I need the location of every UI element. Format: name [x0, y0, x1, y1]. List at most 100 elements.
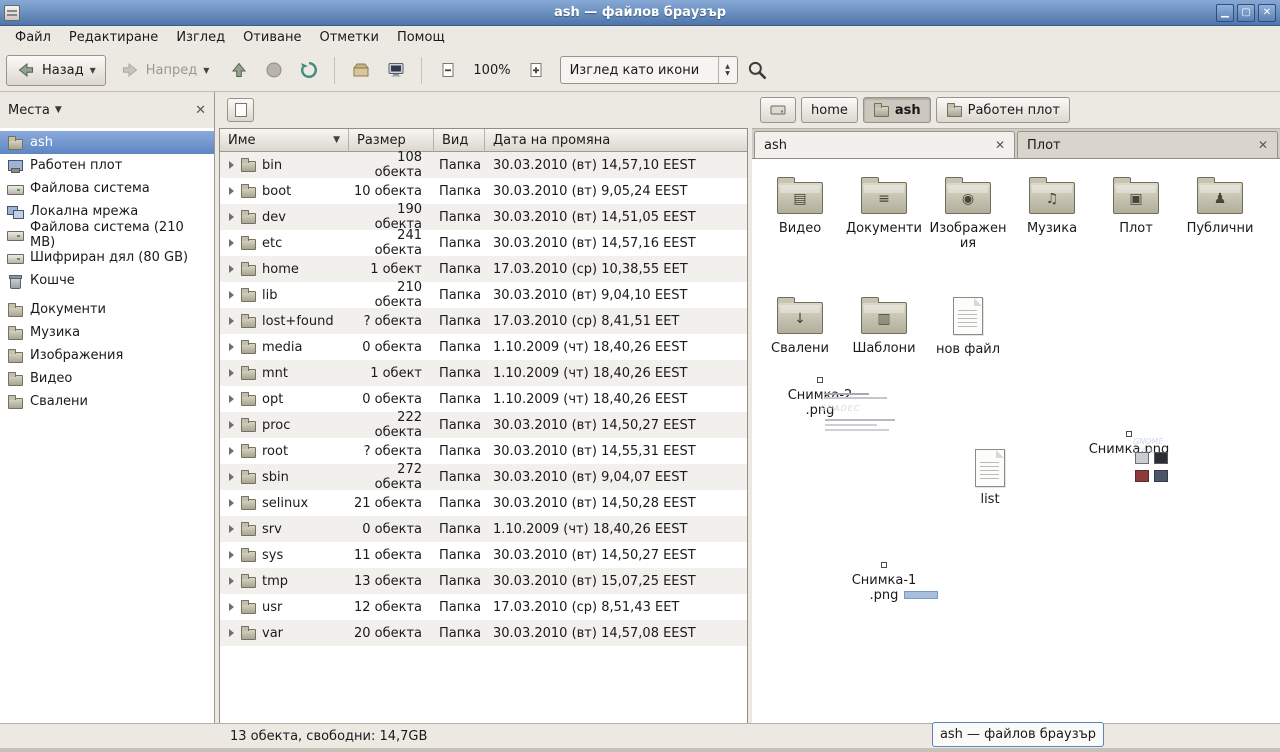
computer-button[interactable] — [380, 55, 411, 86]
reload-button[interactable] — [293, 55, 324, 86]
table-row[interactable]: root ? обекта Папка 30.03.2010 (вт) 14,5… — [220, 438, 747, 464]
expander-icon[interactable] — [229, 369, 234, 377]
expander-icon[interactable] — [229, 603, 234, 611]
sidebar-item[interactable]: Работен плот — [0, 154, 214, 177]
view-mode-select[interactable]: Изглед като икони ▲▼ — [560, 56, 738, 84]
close-button[interactable]: ✕ — [1258, 4, 1276, 22]
file-item-new-file[interactable]: нов файл — [926, 293, 1010, 357]
expander-icon[interactable] — [229, 265, 234, 273]
table-row[interactable]: bin 108 обекта Папка 30.03.2010 (вт) 14,… — [220, 152, 747, 178]
expander-icon[interactable] — [229, 395, 234, 403]
expander-icon[interactable] — [229, 317, 234, 325]
table-row[interactable]: sys 11 обекта Папка 30.03.2010 (вт) 14,5… — [220, 542, 747, 568]
sidebar-item[interactable]: Файлова система (210 MB) — [0, 223, 214, 246]
search-button[interactable] — [742, 55, 773, 86]
sidebar-item[interactable]: Шифриран дял (80 GB) — [0, 246, 214, 269]
table-row[interactable]: selinux 21 обекта Папка 30.03.2010 (вт) … — [220, 490, 747, 516]
pathbar-desktop-button[interactable]: Работен плот — [936, 97, 1070, 123]
column-header-name[interactable]: Име ▼ — [220, 129, 349, 152]
view-mode-spinner-icon[interactable]: ▲▼ — [718, 57, 737, 83]
file-item-list[interactable]: list — [956, 445, 1024, 507]
expander-icon[interactable] — [229, 447, 234, 455]
column-header-type[interactable]: Вид — [434, 129, 485, 152]
table-row[interactable]: lost+found ? обекта Папка 17.03.2010 (ср… — [220, 308, 747, 334]
pathbar-root-button[interactable] — [760, 97, 796, 123]
tab-plot[interactable]: Плот ✕ — [1017, 131, 1278, 158]
expander-icon[interactable] — [229, 421, 234, 429]
sidebar-item[interactable]: Документи — [0, 298, 214, 321]
minimize-button[interactable]: ▁ — [1216, 4, 1234, 22]
expander-icon[interactable] — [229, 473, 234, 481]
expander-icon[interactable] — [229, 239, 234, 247]
folder-item-public[interactable]: ♟ Публични — [1178, 173, 1262, 251]
zoom-out-button[interactable] — [432, 55, 463, 86]
home-button[interactable] — [345, 55, 376, 86]
column-header-date[interactable]: Дата на промяна — [485, 129, 747, 152]
sidebar-item[interactable]: Музика — [0, 321, 214, 344]
back-dropdown-icon[interactable]: ▼ — [90, 66, 96, 75]
file-item-snimka2[interactable]: GUADEC Снимка-2.png — [766, 377, 874, 418]
expander-icon[interactable] — [229, 213, 234, 221]
folder-item-documents[interactable]: ≡ Документи — [842, 173, 926, 251]
folder-item-desktop[interactable]: ▣ Плот — [1094, 173, 1178, 251]
zoom-in-button[interactable] — [521, 55, 552, 86]
sort-indicator-icon[interactable]: ▼ — [333, 135, 340, 145]
titlebar[interactable]: ash — файлов браузър ▁ ▢ ✕ — [0, 0, 1280, 26]
menu-item[interactable]: Помощ — [388, 28, 454, 47]
expander-icon[interactable] — [229, 629, 234, 637]
table-row[interactable]: opt 0 обекта Папка 1.10.2009 (чт) 18,40,… — [220, 386, 747, 412]
menu-item[interactable]: Файл — [6, 28, 60, 47]
folder-item-downloads[interactable]: ↓ Свалени — [758, 293, 842, 357]
menu-item[interactable]: Редактиране — [60, 28, 167, 47]
folder-item-images[interactable]: ◉ Изображения — [926, 173, 1010, 251]
menu-item[interactable]: Отиване — [234, 28, 310, 47]
sidebar-close-icon[interactable]: ✕ — [195, 103, 206, 118]
sidebar-item[interactable]: Изображения — [0, 344, 214, 367]
menu-item[interactable]: Изглед — [167, 28, 234, 47]
table-row[interactable]: tmp 13 обекта Папка 30.03.2010 (вт) 15,0… — [220, 568, 747, 594]
table-row[interactable]: media 0 обекта Папка 1.10.2009 (чт) 18,4… — [220, 334, 747, 360]
table-row[interactable]: proc 222 обекта Папка 30.03.2010 (вт) 14… — [220, 412, 747, 438]
stop-button[interactable] — [258, 55, 289, 86]
sidebar-item[interactable]: Свалени — [0, 390, 214, 413]
sidebar-title[interactable]: Места — [8, 103, 50, 118]
pathbar-ash-button[interactable]: ash — [863, 97, 931, 123]
sidebar-item[interactable]: Кошче — [0, 269, 214, 292]
folder-item-video[interactable]: ▤ Видео — [758, 173, 842, 251]
tab-close-icon[interactable]: ✕ — [1258, 138, 1268, 152]
sidebar-item[interactable]: ash — [0, 131, 214, 154]
tab-close-icon[interactable]: ✕ — [995, 138, 1005, 152]
table-row[interactable]: mnt 1 обект Папка 1.10.2009 (чт) 18,40,2… — [220, 360, 747, 386]
table-row[interactable]: lib 210 обекта Папка 30.03.2010 (вт) 9,0… — [220, 282, 747, 308]
expander-icon[interactable] — [229, 187, 234, 195]
sidebar-item[interactable]: Файлова система — [0, 177, 214, 200]
file-item-snimka[interactable]: GNOME Store Снимка.png — [1070, 431, 1188, 457]
expander-icon[interactable] — [229, 291, 234, 299]
expander-icon[interactable] — [229, 343, 234, 351]
pathbar-home-button[interactable]: home — [801, 97, 858, 123]
menu-item[interactable]: Отметки — [310, 28, 387, 47]
expander-icon[interactable] — [229, 525, 234, 533]
table-row[interactable]: var 20 обекта Папка 30.03.2010 (вт) 14,5… — [220, 620, 747, 646]
tab-ash[interactable]: ash ✕ — [754, 131, 1015, 158]
table-row[interactable]: etc 241 обекта Папка 30.03.2010 (вт) 14,… — [220, 230, 747, 256]
table-row[interactable]: home 1 обект Папка 17.03.2010 (ср) 10,38… — [220, 256, 747, 282]
file-item-snimka1[interactable]: Снимка-1.png — [828, 562, 940, 603]
chevron-down-icon[interactable]: ▼ — [55, 105, 62, 115]
folder-item-templates[interactable]: ▥ Шаблони — [842, 293, 926, 357]
table-row[interactable]: dev 190 обекта Папка 30.03.2010 (вт) 14,… — [220, 204, 747, 230]
back-button[interactable]: Назад ▼ — [6, 55, 106, 86]
maximize-button[interactable]: ▢ — [1237, 4, 1255, 22]
folder-item-music[interactable]: ♫ Музика — [1010, 173, 1094, 251]
sidebar-item[interactable]: Видео — [0, 367, 214, 390]
expander-icon[interactable] — [229, 551, 234, 559]
table-row[interactable]: usr 12 обекта Папка 17.03.2010 (ср) 8,51… — [220, 594, 747, 620]
taskbar-window-button[interactable]: ash — файлов браузър — [932, 722, 1104, 747]
table-row[interactable]: boot 10 обекта Папка 30.03.2010 (вт) 9,0… — [220, 178, 747, 204]
up-button[interactable] — [223, 55, 254, 86]
table-row[interactable]: srv 0 обекта Папка 1.10.2009 (чт) 18,40,… — [220, 516, 747, 542]
expander-icon[interactable] — [229, 499, 234, 507]
expander-icon[interactable] — [229, 577, 234, 585]
column-header-size[interactable]: Размер — [349, 129, 434, 152]
table-row[interactable]: sbin 272 обекта Папка 30.03.2010 (вт) 9,… — [220, 464, 747, 490]
